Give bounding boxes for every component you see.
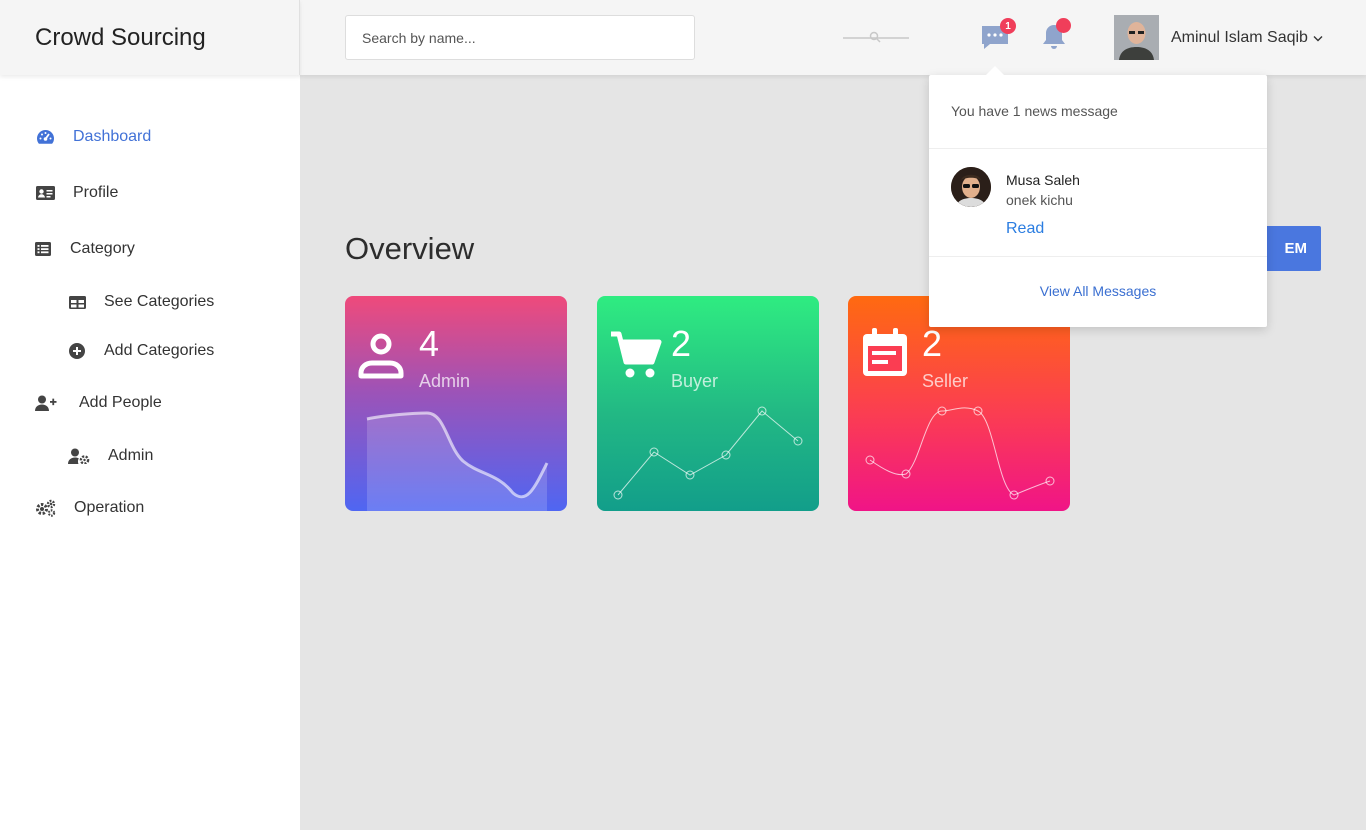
message-count-badge: 1 [1000, 18, 1016, 34]
sidebar-item-label: Dashboard [73, 128, 152, 145]
chevron-down-icon [1313, 35, 1323, 41]
cart-icon [611, 331, 662, 378]
sidebar-item-label: Category [70, 240, 135, 257]
divider [929, 148, 1267, 149]
user-menu[interactable]: Aminul Islam Saqib [1171, 29, 1323, 47]
sidebar-item-label: Operation [74, 499, 145, 516]
sidebar-item-label: Admin [108, 447, 154, 464]
sender-avatar [951, 167, 991, 207]
sidebar-item-operation[interactable]: Operation [35, 498, 144, 518]
sidebar: Dashboard Profile Category See Categorie… [0, 75, 300, 830]
sidebar-item-label: Add People [79, 394, 162, 411]
admin-sparkline [366, 411, 549, 511]
search-input[interactable] [345, 15, 695, 60]
dropdown-header: You have 1 news message [951, 103, 1118, 119]
sidebar-item-label: Add Categories [104, 342, 215, 359]
card-value: 2 [922, 323, 943, 364]
dashboard-icon [35, 127, 55, 147]
view-all-messages-link[interactable]: View All Messages [929, 283, 1267, 299]
search-loader-icon [843, 31, 909, 43]
buyer-card[interactable]: 2 Buyer [597, 296, 819, 511]
dropdown-arrow [985, 66, 1005, 76]
app-title[interactable]: Crowd Sourcing [35, 24, 206, 52]
admin-card[interactable]: 4 Admin [345, 296, 567, 511]
notification-dot [1056, 18, 1071, 33]
avatar[interactable] [1114, 15, 1159, 60]
seller-card[interactable]: 2 Seller [848, 296, 1070, 511]
card-value: 2 [671, 323, 692, 364]
card-label: Seller [922, 371, 969, 391]
card-value: 4 [419, 323, 440, 364]
id-card-icon [35, 183, 55, 203]
top-header: 1 Aminul Islam Saqib [300, 0, 1366, 75]
list-icon [35, 239, 51, 259]
message-preview: onek kichu [1006, 192, 1073, 208]
plus-circle-icon [68, 341, 86, 361]
sidebar-item-add-people[interactable]: Add People [35, 393, 162, 413]
sidebar-item-dashboard[interactable]: Dashboard [35, 127, 151, 147]
brand-bar: Crowd Sourcing [0, 0, 300, 75]
divider [929, 256, 1267, 257]
buyer-sparkline [613, 406, 803, 500]
user-cog-icon [68, 446, 90, 466]
sidebar-item-category[interactable]: Category [35, 239, 135, 259]
seller-sparkline [865, 406, 1055, 500]
sidebar-item-profile[interactable]: Profile [35, 183, 118, 203]
sidebar-item-admin[interactable]: Admin [68, 446, 153, 466]
sidebar-item-label: Profile [73, 184, 119, 201]
user-plus-icon [35, 393, 57, 413]
page-title: Overview [345, 231, 475, 266]
sidebar-item-add-categories[interactable]: Add Categories [68, 341, 214, 361]
sidebar-item-see-categories[interactable]: See Categories [68, 292, 214, 312]
table-icon [68, 292, 86, 312]
card-label: Buyer [671, 371, 719, 391]
read-link[interactable]: Read [1006, 220, 1044, 238]
user-icon [358, 333, 404, 379]
cogs-icon [35, 498, 57, 518]
user-name: Aminul Islam Saqib [1171, 29, 1308, 46]
messages-dropdown: You have 1 news message Musa Saleh onek … [929, 75, 1267, 327]
sidebar-item-label: See Categories [104, 293, 215, 310]
calendar-icon [863, 328, 907, 376]
sender-name: Musa Saleh [1006, 172, 1080, 188]
card-label: Admin [419, 371, 471, 391]
